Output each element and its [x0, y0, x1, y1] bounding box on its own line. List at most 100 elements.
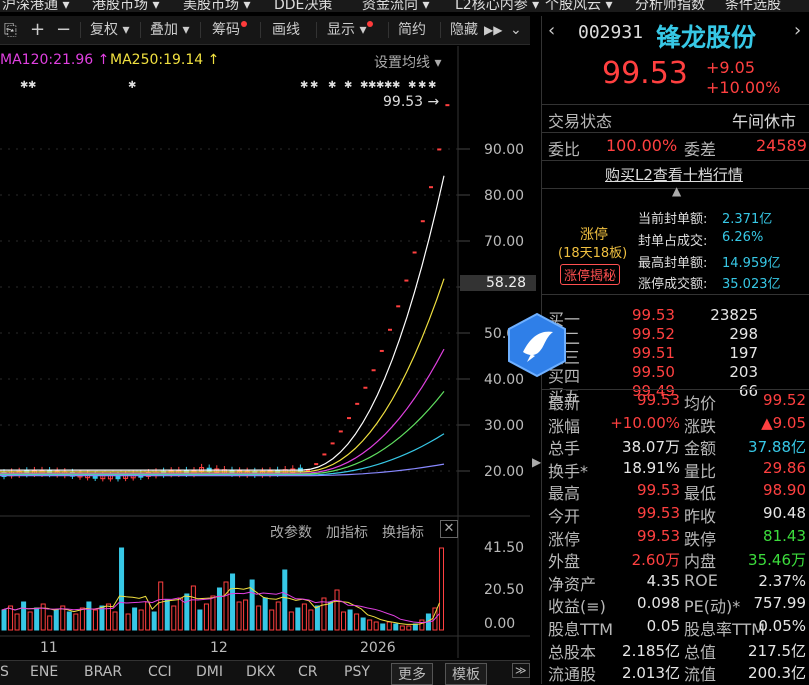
- volume-bar: [236, 601, 242, 631]
- stat-value: 0.05%: [758, 617, 806, 635]
- modify-params-button[interactable]: 改参数: [270, 522, 312, 542]
- volume-bar: [132, 607, 138, 631]
- stat-label: 均价: [684, 394, 717, 413]
- stat-label: 涨幅: [548, 416, 581, 436]
- menu-item[interactable]: 美股市场 ▾: [183, 0, 250, 12]
- zoom-out-icon[interactable]: −: [56, 20, 71, 40]
- volume-bar: [347, 609, 353, 631]
- volume-bar: [14, 613, 20, 631]
- limit-reveal-button[interactable]: 涨停揭秘: [560, 264, 621, 285]
- tab-cr[interactable]: CR: [298, 664, 318, 680]
- stat-label: 流通股: [548, 665, 597, 685]
- tab-more[interactable]: 更多: [391, 663, 433, 685]
- volume-bar: [288, 611, 294, 631]
- price-tick: 90.00: [484, 142, 525, 158]
- volume-bar: [99, 605, 105, 631]
- tab-dmi[interactable]: DMI: [196, 664, 223, 680]
- chips-button[interactable]: 筹码: [212, 20, 247, 40]
- divider: [542, 132, 809, 133]
- volume-bar: [341, 611, 347, 631]
- expand-icon[interactable]: ▲: [672, 184, 681, 198]
- close-icon[interactable]: ✕: [440, 520, 458, 538]
- lock-icon[interactable]: ⎘: [4, 20, 17, 40]
- volume-bar: [27, 611, 33, 631]
- menu-item[interactable]: 沪深港通 ▾: [2, 0, 69, 12]
- notification-dot: [367, 21, 374, 27]
- volume-bar: [210, 595, 216, 631]
- tab-brar[interactable]: BRAR: [84, 664, 122, 680]
- menu-item[interactable]: 条件选股: [725, 0, 781, 12]
- volume-bar: [86, 601, 92, 631]
- stat-value: +10.00%: [610, 413, 680, 432]
- stat-label: 流值: [684, 665, 717, 685]
- volume-bar: [412, 623, 418, 631]
- menu-item[interactable]: L2核心内参 ▾: [455, 0, 539, 12]
- buy-l2-link[interactable]: 购买L2查看十档行情: [605, 164, 743, 185]
- kline-chart[interactable]: ✱ ✱ ✱ ✱ ✱ ✱ ✱ ✱ ✱ ✱ ✱ ✱ ✱ ✱ ✱ MA120:21.96 ↑ MA250:19.1…: [0, 46, 537, 658]
- stat-value: 18.91%: [622, 458, 680, 477]
- volume-bar: [269, 609, 275, 631]
- menu-item[interactable]: 分析师指数: [635, 0, 705, 12]
- tab-s[interactable]: S: [0, 664, 9, 680]
- stat-label: 涨停: [548, 529, 581, 549]
- volume-bar: [66, 611, 72, 631]
- tab-dkx[interactable]: DKX: [246, 664, 276, 680]
- stat-label: 净资产: [548, 574, 597, 594]
- ma120-label: MA120:21.96 ↑: [0, 52, 110, 68]
- app-logo-icon[interactable]: [505, 312, 569, 378]
- bid-volume: 298: [729, 325, 758, 343]
- menu-item[interactable]: 个股风云 ▾: [545, 0, 612, 12]
- double-chevron-right-icon[interactable]: ≫: [512, 663, 530, 678]
- zoom-in-icon[interactable]: +: [30, 20, 45, 40]
- indicator-tabs: S ENE BRAR CCI DMI DKX CR PSY 更多 模板 ≫: [0, 660, 530, 685]
- switch-indicator-button[interactable]: 换指标: [382, 522, 424, 542]
- chart-toolbar: ⎘ + − 复权 ▾ 叠加 ▾ 筹码 画线 显示 ▾ 简约 隐藏 ▶▶ ⌄: [0, 16, 530, 45]
- stat-value: 81.43: [763, 526, 806, 545]
- weibi-value: 100.00%: [606, 136, 678, 155]
- tab-template[interactable]: 模板: [445, 663, 487, 685]
- volume-bar: [314, 605, 320, 631]
- volume-bar: [380, 623, 386, 631]
- tab-cci[interactable]: CCI: [148, 664, 172, 680]
- tab-psy[interactable]: PSY: [344, 664, 370, 680]
- stat-label: 今开: [548, 507, 581, 526]
- ma-line: [0, 391, 445, 475]
- add-indicator-button[interactable]: 加指标: [326, 522, 368, 542]
- menu-item[interactable]: 港股市场 ▾: [92, 0, 159, 12]
- volume-bar: [282, 569, 288, 631]
- bid-price: 99.52: [632, 325, 675, 343]
- tab-ene[interactable]: ENE: [30, 664, 58, 680]
- collapse-panel-icon[interactable]: ▶: [532, 455, 541, 469]
- marker-icon: ✱: [344, 80, 352, 91]
- volume-bar: [119, 547, 125, 631]
- volume-bar: [151, 611, 157, 631]
- marker-icon: ✱: [300, 80, 308, 91]
- menu-item[interactable]: 资金流向 ▾: [362, 0, 429, 12]
- volume-bar: [34, 607, 40, 631]
- ma-line: [0, 175, 445, 471]
- chevron-down-icon[interactable]: ⌄: [510, 20, 522, 40]
- chevron-right-icon[interactable]: ›: [794, 20, 801, 41]
- volume-bar: [47, 615, 53, 631]
- stat-value: 0.098: [637, 594, 680, 613]
- volume-bar: [79, 607, 85, 631]
- price-tick: 80.00: [484, 188, 525, 204]
- hide-button[interactable]: 隐藏: [450, 20, 478, 40]
- stat-label: 涨跌: [684, 416, 717, 436]
- volume-bar: [327, 601, 333, 631]
- overlay-button[interactable]: 叠加 ▾: [150, 20, 189, 40]
- current-price: 99.53: [602, 56, 688, 91]
- forward-icon[interactable]: ▶▶: [484, 20, 502, 40]
- simple-mode-button[interactable]: 简约: [398, 20, 426, 40]
- menu-item[interactable]: DDE决策: [274, 0, 332, 12]
- display-button[interactable]: 显示 ▾: [327, 20, 374, 40]
- bid-price: 99.51: [632, 344, 675, 362]
- restore-rights-button[interactable]: 复权 ▾: [90, 20, 129, 40]
- volume-bar: [112, 611, 118, 631]
- divider: [542, 294, 809, 295]
- divider: [542, 104, 809, 105]
- set-ma-button[interactable]: 设置均线 ▾: [374, 52, 441, 72]
- marker-icon: ✱: [28, 80, 36, 91]
- draw-line-button[interactable]: 画线: [272, 20, 300, 40]
- chevron-left-icon[interactable]: ‹: [548, 20, 555, 41]
